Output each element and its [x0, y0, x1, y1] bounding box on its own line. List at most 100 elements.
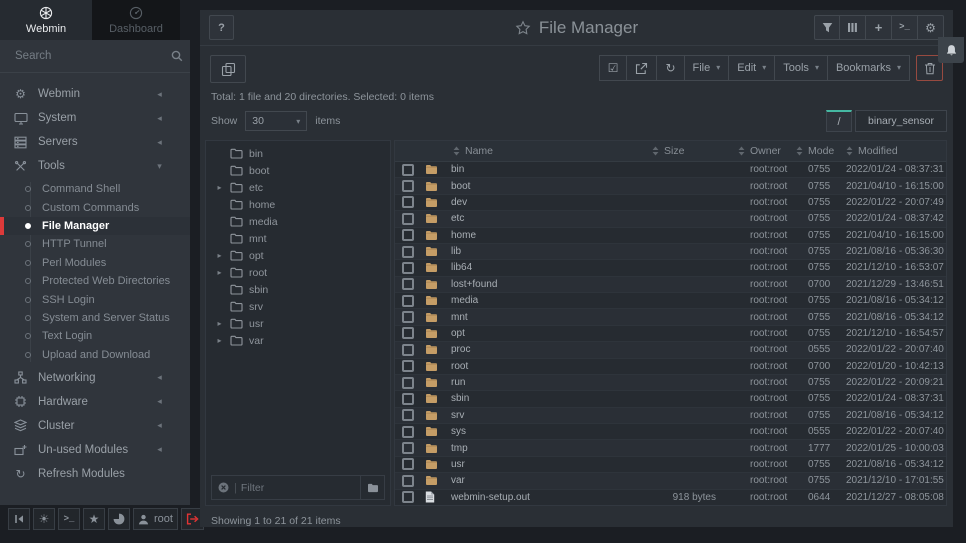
chevron-right-icon[interactable]: ▸: [215, 320, 224, 328]
table-row-home[interactable]: home root:root 0755 2021/04/10 - 16:15:0…: [395, 228, 946, 244]
chevron-right-icon[interactable]: ▸: [215, 184, 224, 192]
table-row-lib64[interactable]: lib64 root:root 0755 2021/12/10 - 16:53:…: [395, 260, 946, 276]
search-icon[interactable]: [171, 50, 183, 62]
sidebar-subitem-custom-commands[interactable]: Custom Commands: [0, 198, 190, 216]
add-button[interactable]: +: [866, 15, 892, 40]
row-checkbox[interactable]: [402, 409, 414, 421]
chevron-right-icon[interactable]: ▸: [215, 269, 224, 277]
sidebar-item-servers[interactable]: Servers◂: [0, 130, 190, 154]
table-row-srv[interactable]: srv root:root 0755 2021/08/16 - 05:34:12: [395, 408, 946, 424]
sidebar-subitem-system-and-server-status[interactable]: System and Server Status: [0, 309, 190, 327]
tree-item-srv[interactable]: srv: [206, 298, 390, 315]
clear-filter-icon[interactable]: [218, 482, 229, 493]
collapse-sidebar-button[interactable]: [8, 508, 30, 530]
columns-button[interactable]: [840, 15, 866, 40]
row-checkbox[interactable]: [402, 344, 414, 356]
sidebar-subitem-text-login[interactable]: Text Login: [0, 327, 190, 345]
row-checkbox[interactable]: [402, 491, 414, 503]
search-input[interactable]: [13, 49, 171, 63]
sidebar-subitem-ssh-login[interactable]: SSH Login: [0, 290, 190, 308]
root-path-button[interactable]: /: [826, 110, 852, 132]
tree-item-opt[interactable]: ▸ opt: [206, 247, 390, 264]
tree-item-mnt[interactable]: mnt: [206, 230, 390, 247]
row-checkbox[interactable]: [402, 229, 414, 241]
table-row-mnt[interactable]: mnt root:root 0755 2021/08/16 - 05:34:12: [395, 309, 946, 325]
tree-item-bin[interactable]: bin: [206, 145, 390, 162]
column-header-modified[interactable]: Modified: [838, 145, 946, 157]
path-search-box[interactable]: binary_sensor: [855, 110, 947, 132]
row-checkbox[interactable]: [402, 426, 414, 438]
tree-filter-input[interactable]: [237, 482, 360, 494]
table-row-lib[interactable]: lib root:root 0755 2021/08/16 - 05:36:30: [395, 244, 946, 260]
sidebar-item-hardware[interactable]: Hardware◂: [0, 390, 190, 414]
sidebar-item-tools[interactable]: Tools▾: [0, 154, 190, 178]
favorites-star-button[interactable]: ★: [83, 508, 105, 530]
table-row-root[interactable]: root root:root 0700 2022/01/20 - 10:42:1…: [395, 359, 946, 375]
sidebar-subitem-http-tunnel[interactable]: HTTP Tunnel: [0, 235, 190, 253]
tree-item-etc[interactable]: ▸ etc: [206, 179, 390, 196]
table-row-sbin[interactable]: sbin root:root 0755 2022/01/24 - 08:37:3…: [395, 391, 946, 407]
favorite-star-icon[interactable]: [515, 20, 531, 36]
row-checkbox[interactable]: [402, 393, 414, 405]
column-header-name[interactable]: Name: [451, 145, 634, 157]
table-row-var[interactable]: var root:root 0755 2021/12/10 - 17:01:55: [395, 473, 946, 489]
table-row-lost-found[interactable]: lost+found root:root 0700 2021/12/29 - 1…: [395, 277, 946, 293]
terminal-button[interactable]: >_: [892, 15, 918, 40]
tree-item-home[interactable]: home: [206, 196, 390, 213]
table-row-usr[interactable]: usr root:root 0755 2021/08/16 - 05:34:12: [395, 457, 946, 473]
row-checkbox[interactable]: [402, 442, 414, 454]
column-header-mode[interactable]: Mode: [792, 145, 838, 157]
table-row-media[interactable]: media root:root 0755 2021/08/16 - 05:34:…: [395, 293, 946, 309]
menu-bookmarks[interactable]: Bookmarks▾: [827, 55, 910, 81]
row-checkbox[interactable]: [402, 278, 414, 290]
chevron-right-icon[interactable]: ▸: [215, 252, 224, 260]
tree-item-media[interactable]: media: [206, 213, 390, 230]
tree-item-root[interactable]: ▸ root: [206, 264, 390, 281]
sidebar-subitem-file-manager[interactable]: File Manager: [0, 217, 190, 235]
terminal-button[interactable]: >_: [58, 508, 80, 530]
paste-buffer-button[interactable]: [210, 55, 246, 83]
row-checkbox[interactable]: [402, 295, 414, 307]
sidebar-item-cluster[interactable]: Cluster◂: [0, 414, 190, 438]
menu-file[interactable]: File▾: [684, 55, 729, 81]
tree-item-boot[interactable]: boot: [206, 162, 390, 179]
row-checkbox[interactable]: [402, 458, 414, 470]
sidebar-subitem-perl-modules[interactable]: Perl Modules: [0, 254, 190, 272]
select-all-button[interactable]: ☑: [599, 55, 627, 81]
table-row-etc[interactable]: etc root:root 0755 2022/01/24 - 08:37:42: [395, 211, 946, 227]
sidebar-item-un-used-modules[interactable]: Un-used Modules◂: [0, 438, 190, 462]
row-checkbox[interactable]: [402, 475, 414, 487]
row-checkbox[interactable]: [402, 262, 414, 274]
theme-sun-button[interactable]: ☀: [33, 508, 55, 530]
table-row-run[interactable]: run root:root 0755 2022/01/22 - 20:09:21: [395, 375, 946, 391]
tab-dashboard[interactable]: Dashboard: [92, 0, 180, 40]
refresh-button[interactable]: ↻: [656, 55, 683, 81]
table-row-opt[interactable]: opt root:root 0755 2021/12/10 - 16:54:57: [395, 326, 946, 342]
user-button[interactable]: root: [133, 508, 178, 530]
tree-folder-button[interactable]: [360, 476, 384, 499]
table-row-dev[interactable]: dev root:root 0755 2022/01/22 - 20:07:49: [395, 195, 946, 211]
help-button[interactable]: ?: [209, 15, 234, 40]
language-pie-button[interactable]: [108, 508, 130, 530]
row-checkbox[interactable]: [402, 327, 414, 339]
sidebar-subitem-protected-web-directories[interactable]: Protected Web Directories: [0, 272, 190, 290]
table-row-proc[interactable]: proc root:root 0555 2022/01/22 - 20:07:4…: [395, 342, 946, 358]
page-size-select[interactable]: 30 ▾: [245, 111, 307, 131]
menu-edit[interactable]: Edit▾: [728, 55, 774, 81]
sidebar-item-networking[interactable]: Networking◂: [0, 366, 190, 390]
filter-button[interactable]: [814, 15, 840, 40]
row-checkbox[interactable]: [402, 246, 414, 258]
row-checkbox[interactable]: [402, 360, 414, 372]
tree-item-sbin[interactable]: sbin: [206, 281, 390, 298]
table-row-webmin-setup-out[interactable]: webmin-setup.out 918 bytes root:root 064…: [395, 490, 946, 506]
chevron-right-icon[interactable]: ▸: [215, 337, 224, 345]
sidebar-subitem-command-shell[interactable]: Command Shell: [0, 180, 190, 198]
tree-item-usr[interactable]: ▸ usr: [206, 315, 390, 332]
sidebar-subitem-upload-and-download[interactable]: Upload and Download: [0, 346, 190, 364]
sidebar-item-system[interactable]: System◂: [0, 106, 190, 130]
tree-item-var[interactable]: ▸ var: [206, 332, 390, 349]
row-checkbox[interactable]: [402, 164, 414, 176]
row-checkbox[interactable]: [402, 213, 414, 225]
row-checkbox[interactable]: [402, 311, 414, 323]
notifications-tab[interactable]: [938, 37, 964, 63]
